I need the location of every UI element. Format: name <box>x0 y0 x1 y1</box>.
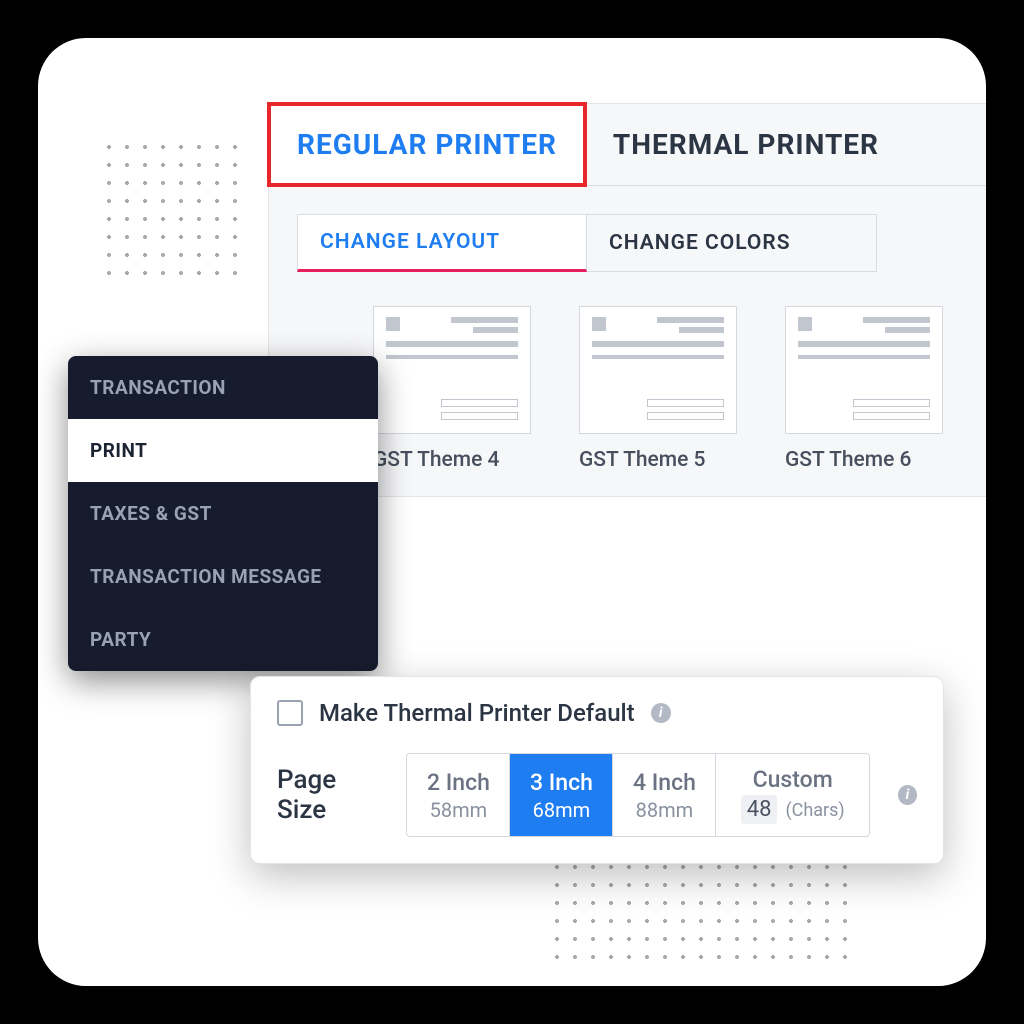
make-thermal-default-checkbox[interactable] <box>277 700 303 726</box>
sidebar-item-transaction-message[interactable]: TRANSACTION MESSAGE <box>68 545 378 608</box>
theme-option: GST Theme 4 <box>373 306 531 472</box>
theme-label: GST Theme 5 <box>579 448 737 472</box>
theme-thumbnail[interactable] <box>785 306 943 434</box>
page-size-custom[interactable]: Custom 48 (Chars) <box>716 754 869 836</box>
theme-thumbnail[interactable] <box>579 306 737 434</box>
theme-label: GST Theme 4 <box>373 448 531 472</box>
theme-option: GST Theme 6 <box>785 306 943 472</box>
tab-thermal-printer[interactable]: THERMAL PRINTER <box>585 104 907 185</box>
make-thermal-default-label: Make Thermal Printer Default <box>319 699 635 727</box>
tab-change-layout[interactable]: CHANGE LAYOUT <box>297 214 587 272</box>
page-size-3inch[interactable]: 3 Inch 68mm <box>510 754 613 836</box>
theme-option: GST Theme 5 <box>579 306 737 472</box>
custom-chars-unit: (Chars) <box>785 800 844 821</box>
sidebar-item-transaction[interactable]: TRANSACTION <box>68 356 378 419</box>
sidebar-item-taxes-gst[interactable]: TAXES & GST <box>68 482 378 545</box>
info-icon[interactable]: i <box>651 703 671 723</box>
sidebar-item-party[interactable]: PARTY <box>68 608 378 671</box>
thermal-pagesize-panel: Make Thermal Printer Default i Page Size… <box>250 676 944 864</box>
settings-sidebar: TRANSACTION PRINT TAXES & GST TRANSACTIO… <box>68 356 378 671</box>
sidebar-item-print[interactable]: PRINT <box>68 419 378 482</box>
theme-label: GST Theme 6 <box>785 448 943 472</box>
info-icon[interactable]: i <box>898 785 917 805</box>
decorative-dots <box>548 858 848 968</box>
custom-chars-value[interactable]: 48 <box>741 795 778 824</box>
printer-type-tabs: REGULAR PRINTER THERMAL PRINTER <box>269 104 986 186</box>
page-size-4inch[interactable]: 4 Inch 88mm <box>613 754 716 836</box>
page-size-segmented: 2 Inch 58mm 3 Inch 68mm 4 Inch 88mm Cust… <box>406 753 870 837</box>
tab-regular-printer[interactable]: REGULAR PRINTER <box>269 104 585 185</box>
page-size-2inch[interactable]: 2 Inch 58mm <box>407 754 510 836</box>
layout-color-tabs: CHANGE LAYOUT CHANGE COLORS <box>297 214 986 272</box>
tab-change-colors[interactable]: CHANGE COLORS <box>587 214 877 272</box>
theme-thumbnail[interactable] <box>373 306 531 434</box>
page-size-label: Page Size <box>277 765 386 825</box>
decorative-dots <box>100 138 250 288</box>
